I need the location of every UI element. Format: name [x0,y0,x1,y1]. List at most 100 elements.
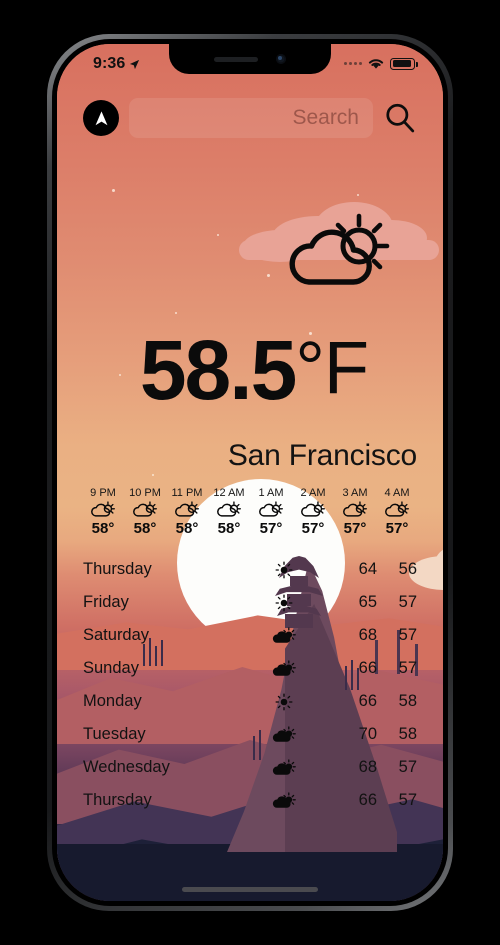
day-high: 65 [358,593,377,611]
day-low: 58 [398,725,417,743]
hourly-time: 11 PM [171,487,203,499]
phone-frame: 9:36 Search 58.5 °F San Francisco 9 PM 5… [47,34,453,911]
magnifier-icon[interactable] [383,101,417,135]
hourly-item[interactable]: 3 AM 57° [335,487,375,537]
table-row[interactable]: Thursday [83,784,417,817]
status-bar-time: 9:36 [93,55,126,72]
partly-cloudy-icon [385,501,409,517]
day-label: Thursday [83,560,152,578]
navigation-arrow-icon [95,110,107,125]
wifi-icon [368,59,384,69]
table-row[interactable]: Friday 65 57 [83,586,417,619]
table-row[interactable]: Tuesday 70 58 [83,718,417,751]
front-camera [276,54,286,64]
hourly-temp: 58° [217,520,241,537]
day-high: 68 [358,626,377,644]
day-low: 57 [398,593,417,611]
sun-icon [275,693,293,710]
partly-cloudy-icon [272,659,296,676]
hourly-time: 4 AM [384,487,410,499]
city-name: San Francisco [227,439,417,472]
partly-cloudy-icon [272,758,296,775]
search-placeholder: Search [292,106,359,129]
home-indicator[interactable] [182,887,318,892]
partly-cloudy-icon [217,501,241,517]
day-high: 66 [358,659,377,677]
table-row[interactable]: Wednesday 68 57 [83,751,417,784]
status-bar-indicators [344,57,418,70]
current-temperature-value: 58.5 [139,323,297,417]
table-row[interactable]: Monday 66 58 [83,685,417,718]
hourly-item[interactable]: 4 AM 57° [377,487,417,537]
battery-icon [390,57,418,70]
hourly-item[interactable]: 9 PM 58° [83,487,123,537]
table-row[interactable]: Thursday [83,553,417,586]
hourly-time: 2 AM [300,487,326,499]
day-high: 66 [358,791,377,809]
day-low: 56 [398,560,417,578]
current-location-button[interactable] [83,100,119,136]
hourly-forecast-row: 9 PM 58° 10 PM 58° 11 PM 58° 12 AM 58° 1… [57,487,443,537]
hourly-time: 12 AM [213,487,245,499]
hourly-item[interactable]: 11 PM 58° [167,487,207,537]
night-foreground-fill [57,844,443,901]
partly-cloudy-icon [175,501,199,517]
day-label: Monday [83,692,142,710]
day-low: 57 [398,659,417,677]
partly-cloudy-icon [289,213,390,285]
phone-screen: 9:36 Search 58.5 °F San Francisco 9 PM 5… [57,44,443,901]
hourly-temp: 58° [175,520,199,537]
current-temperature-block: 58.5 °F [57,323,443,417]
daily-forecast-list: Thursday 64 56 Friday 65 57 Saturday 68 … [57,553,443,817]
hourly-temp: 57° [343,520,367,537]
day-label: Tuesday [83,725,146,743]
sun-icon [275,594,293,611]
day-high: 68 [358,758,377,776]
hourly-time: 1 AM [258,487,284,499]
hourly-time: 9 PM [90,487,116,499]
day-low: 58 [398,692,417,710]
table-row[interactable]: Saturday 68 57 [83,619,417,652]
day-label: Thursday [83,791,152,809]
hourly-time: 10 PM [129,487,161,499]
partly-cloudy-icon [272,626,296,643]
partly-cloudy-icon [272,725,296,742]
hourly-time: 3 AM [342,487,368,499]
partly-cloudy-icon [343,501,367,517]
search-row: Search [57,94,443,142]
hourly-temp: 57° [259,520,283,537]
day-low: 57 [398,791,417,809]
partly-cloudy-icon [91,501,115,517]
hourly-item[interactable]: 1 AM 57° [251,487,291,537]
day-high: 70 [358,725,377,743]
temperature-unit: °F [295,326,369,409]
day-label: Friday [83,593,129,611]
day-high: 66 [358,692,377,710]
search-input[interactable]: Search [129,98,373,138]
hourly-temp: 57° [301,520,325,537]
hourly-temp: 58° [133,520,157,537]
partly-cloudy-icon [301,501,325,517]
day-high: 64 [358,560,377,578]
day-label: Wednesday [83,758,170,776]
partly-cloudy-icon [272,791,296,808]
partly-cloudy-icon [133,501,157,517]
phone-notch [169,44,331,74]
signal-dots-icon [344,62,362,65]
location-arrow-icon [130,59,140,69]
day-low: 57 [398,626,417,644]
earpiece-speaker [214,56,258,62]
table-row[interactable]: Sunday 66 57 [83,652,417,685]
day-label: Saturday [83,626,150,644]
partly-cloudy-icon [259,501,283,517]
status-bar-time-group: 9:36 [93,55,140,73]
hourly-item[interactable]: 12 AM 58° [209,487,249,537]
phone-bezel: 9:36 Search 58.5 °F San Francisco 9 PM 5… [52,39,448,906]
day-label: Sunday [83,659,139,677]
hourly-item[interactable]: 10 PM 58° [125,487,165,537]
screenshot-root: 9:36 Search 58.5 °F San Francisco 9 PM 5… [0,0,500,945]
day-low: 57 [398,758,417,776]
hourly-temp: 57° [385,520,409,537]
sun-icon [275,561,293,578]
hourly-item[interactable]: 2 AM 57° [293,487,333,537]
